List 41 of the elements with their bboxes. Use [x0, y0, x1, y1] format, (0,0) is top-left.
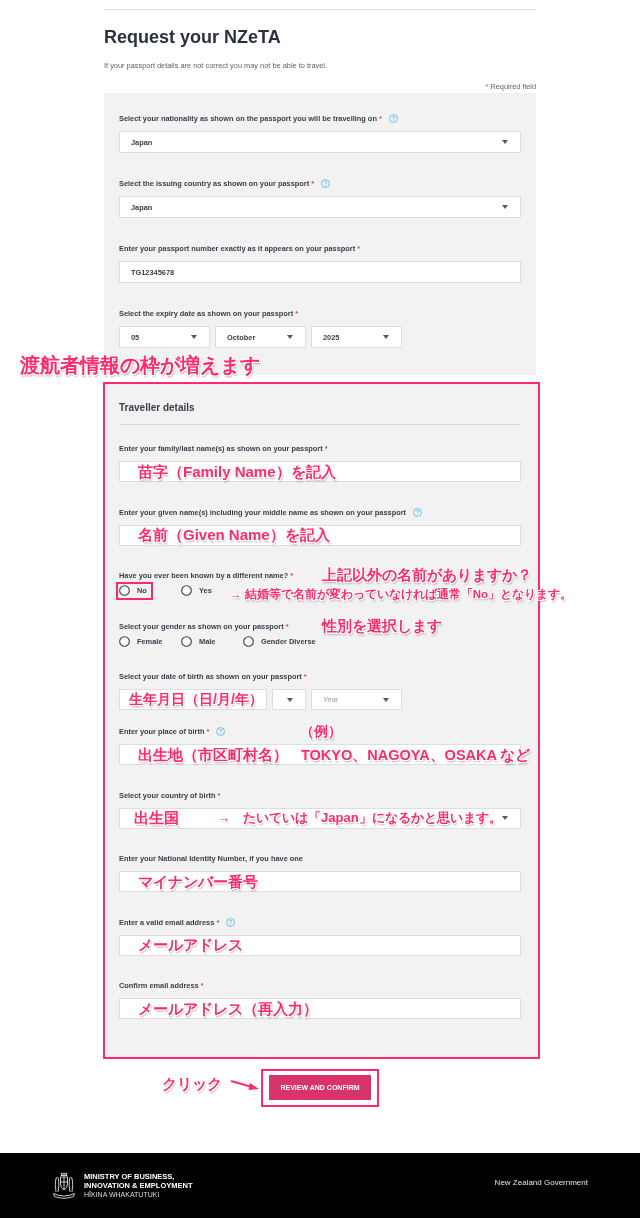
help-icon[interactable] [413, 507, 423, 517]
caret-icon [502, 140, 508, 144]
radio-button[interactable] [119, 635, 130, 647]
select-field[interactable] [271, 689, 306, 710]
text-input[interactable]: メールアドレス（再入力） [119, 998, 521, 1019]
radio-button[interactable] [181, 635, 192, 647]
annotation-text: 渡航者情報の枠が増えます [20, 353, 260, 377]
government-link[interactable]: New Zealand Government [494, 1178, 588, 1187]
annotation-text: マイナンバー番号 [138, 872, 258, 891]
annotation-text: 出生地（市区町村名） [138, 745, 288, 764]
select-field[interactable]: 出生国 → たいていは「Japan」になるかと思います。 [119, 807, 521, 829]
annotation-text: （例） [300, 723, 342, 740]
annotation-text: TOKYO、NAGOYA、OSAKA など [301, 747, 531, 765]
annotation-text: 出生国 [134, 809, 179, 827]
annotation-text: 上記以外の名前がありますか？ [322, 566, 532, 584]
radio-button[interactable] [181, 585, 192, 596]
help-icon[interactable] [388, 114, 398, 123]
annotation-text: 性別を選択します [322, 616, 442, 635]
annotation-text: クリック [162, 1074, 222, 1093]
annotation-text: 生年月日（日/月/年） [129, 691, 263, 708]
annotation-text: メールアドレス [138, 936, 243, 954]
text-input[interactable]: マイナンバー番号 [119, 871, 521, 892]
annotation-text: 名前（Given Name）を記入 [138, 526, 330, 544]
text-input[interactable]: メールアドレス [119, 934, 521, 956]
help-icon[interactable] [321, 179, 331, 188]
caret-icon [502, 816, 508, 820]
arrow-icon [230, 1078, 260, 1091]
text-input[interactable]: 苗字（Family Name）を記入 [119, 461, 521, 482]
text-input[interactable]: 名前（Given Name）を記入 [119, 524, 521, 546]
annotation-text: → たいていは「Japan」になるかと思います。 [217, 810, 502, 826]
page-title: Request your NZeTA [104, 26, 281, 49]
radio-button[interactable] [243, 635, 254, 647]
annotation-text: メールアドレス（再入力） [138, 999, 318, 1018]
emblem-icon [52, 1172, 76, 1199]
select-field[interactable]: 生年月日（日/月/年） [119, 689, 267, 710]
section-title: Traveller details [119, 402, 196, 414]
caret-icon [502, 205, 508, 209]
help-icon[interactable] [216, 727, 226, 736]
radio-button[interactable] [119, 585, 130, 596]
annotation-text: 苗字（Family Name）を記入 [138, 462, 336, 481]
help-icon[interactable] [226, 917, 236, 927]
